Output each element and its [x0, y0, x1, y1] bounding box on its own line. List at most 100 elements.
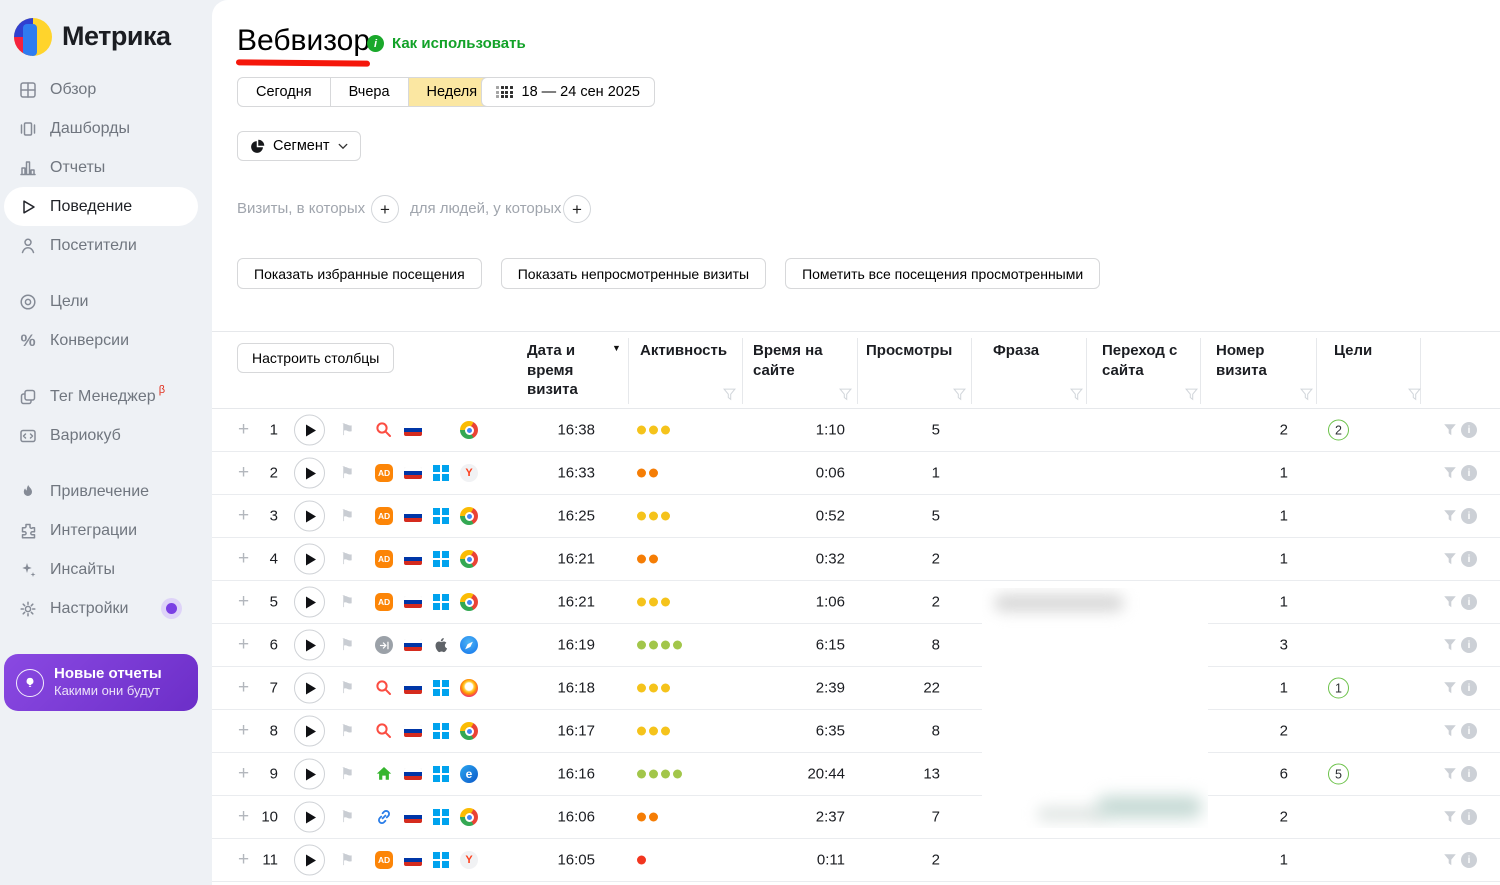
- play-button[interactable]: [294, 630, 325, 661]
- how-to-use-link[interactable]: Как использовать: [392, 35, 526, 52]
- bookmark-flag-icon[interactable]: ⚑: [340, 850, 354, 870]
- tab-сегодня[interactable]: Сегодня: [237, 77, 331, 107]
- row-filter-icon[interactable]: [1443, 638, 1457, 652]
- row-info-icon[interactable]: i: [1461, 637, 1477, 653]
- row-info-icon[interactable]: i: [1461, 594, 1477, 610]
- action-button-1[interactable]: Показать избранные посещения: [237, 258, 482, 289]
- bookmark-flag-icon[interactable]: ⚑: [340, 721, 354, 741]
- column-header-5[interactable]: Переход с сайта: [1102, 341, 1194, 380]
- sidebar-item-insights[interactable]: Инсайты: [0, 550, 212, 589]
- sidebar-item-reports[interactable]: Отчеты: [0, 148, 212, 187]
- bookmark-flag-icon[interactable]: ⚑: [340, 549, 354, 569]
- row-filter-icon[interactable]: [1443, 552, 1457, 566]
- add-visits-filter-button[interactable]: +: [371, 195, 399, 223]
- tab-вчера[interactable]: Вчера: [330, 77, 409, 107]
- sidebar-item-tag-manager[interactable]: Тег Менеджерβ: [0, 377, 212, 416]
- row-info-icon[interactable]: i: [1461, 680, 1477, 696]
- play-button[interactable]: [294, 759, 325, 790]
- row-filter-icon[interactable]: [1443, 810, 1457, 824]
- row-info-icon[interactable]: i: [1461, 766, 1477, 782]
- column-filter-icon[interactable]: [1408, 388, 1421, 401]
- bookmark-flag-icon[interactable]: ⚑: [340, 635, 354, 655]
- row-filter-icon[interactable]: [1443, 466, 1457, 480]
- play-button[interactable]: [294, 501, 325, 532]
- expand-plus-icon[interactable]: +: [238, 806, 249, 828]
- play-button[interactable]: [294, 587, 325, 618]
- row-filter-icon[interactable]: [1443, 423, 1457, 437]
- action-button-3[interactable]: Пометить все посещения просмотренными: [785, 258, 1100, 289]
- column-filter-icon[interactable]: [953, 388, 966, 401]
- row-filter-icon[interactable]: [1443, 724, 1457, 738]
- play-button[interactable]: [294, 458, 325, 489]
- row-filter-icon[interactable]: [1443, 595, 1457, 609]
- goal-badge[interactable]: 2: [1328, 420, 1349, 441]
- bookmark-flag-icon[interactable]: ⚑: [340, 506, 354, 526]
- row-info-icon[interactable]: i: [1461, 508, 1477, 524]
- sidebar-item-behavior[interactable]: Поведение: [4, 187, 198, 226]
- bookmark-flag-icon[interactable]: ⚑: [340, 764, 354, 784]
- column-filter-icon[interactable]: [1185, 388, 1198, 401]
- bookmark-flag-icon[interactable]: ⚑: [340, 592, 354, 612]
- column-header-3[interactable]: Просмотры: [866, 341, 961, 361]
- row-filter-icon[interactable]: [1443, 853, 1457, 867]
- expand-plus-icon[interactable]: +: [238, 763, 249, 785]
- action-button-2[interactable]: Показать непросмотренные визиты: [501, 258, 766, 289]
- play-button[interactable]: [294, 415, 325, 446]
- row-info-icon[interactable]: i: [1461, 551, 1477, 567]
- info-icon[interactable]: i: [367, 35, 384, 52]
- bookmark-flag-icon[interactable]: ⚑: [340, 463, 354, 483]
- sidebar-item-variocube[interactable]: Вариокуб: [0, 416, 212, 455]
- sidebar-item-settings[interactable]: Настройки: [0, 589, 212, 628]
- play-button[interactable]: [294, 845, 325, 876]
- column-filter-icon[interactable]: [1300, 388, 1313, 401]
- expand-plus-icon[interactable]: +: [238, 505, 249, 527]
- play-button[interactable]: [294, 544, 325, 575]
- row-info-icon[interactable]: i: [1461, 422, 1477, 438]
- row-info-icon[interactable]: i: [1461, 465, 1477, 481]
- column-filter-icon[interactable]: [723, 388, 736, 401]
- add-people-filter-button[interactable]: +: [563, 195, 591, 223]
- sidebar-item-conversions[interactable]: %Конверсии: [0, 321, 212, 360]
- bookmark-flag-icon[interactable]: ⚑: [340, 678, 354, 698]
- column-header-1[interactable]: Активность: [640, 341, 740, 361]
- play-button[interactable]: [294, 673, 325, 704]
- column-header-6[interactable]: Номер визита: [1216, 341, 1296, 380]
- row-info-icon[interactable]: i: [1461, 852, 1477, 868]
- play-button[interactable]: [294, 716, 325, 747]
- column-header-2[interactable]: Время на сайте: [753, 341, 837, 380]
- play-button[interactable]: [294, 802, 325, 833]
- expand-plus-icon[interactable]: +: [238, 419, 249, 441]
- configure-columns-button[interactable]: Настроить столбцы: [237, 343, 394, 373]
- segment-button[interactable]: Сегмент: [237, 131, 361, 161]
- expand-plus-icon[interactable]: +: [238, 462, 249, 484]
- expand-plus-icon[interactable]: +: [238, 849, 249, 871]
- expand-plus-icon[interactable]: +: [238, 720, 249, 742]
- sidebar-item-integrations[interactable]: Интеграции: [0, 511, 212, 550]
- row-filter-icon[interactable]: [1443, 509, 1457, 523]
- goal-badge[interactable]: 1: [1328, 678, 1349, 699]
- row-info-icon[interactable]: i: [1461, 723, 1477, 739]
- expand-plus-icon[interactable]: +: [238, 677, 249, 699]
- column-filter-icon[interactable]: [839, 388, 852, 401]
- sidebar-item-dashboards[interactable]: Дашборды: [0, 109, 212, 148]
- metrika-logo[interactable]: Метрика: [0, 0, 212, 60]
- bookmark-flag-icon[interactable]: ⚑: [340, 420, 354, 440]
- column-header-0[interactable]: Дата и время визита: [527, 341, 607, 400]
- goal-badge[interactable]: 5: [1328, 764, 1349, 785]
- expand-plus-icon[interactable]: +: [238, 634, 249, 656]
- sort-desc-icon[interactable]: ▼: [612, 343, 621, 353]
- row-filter-icon[interactable]: [1443, 681, 1457, 695]
- promo-banner[interactable]: Новые отчеты Какими они будут: [4, 654, 198, 711]
- sidebar-item-attraction[interactable]: Привлечение: [0, 472, 212, 511]
- sidebar-item-overview[interactable]: Обзор: [0, 70, 212, 109]
- column-filter-icon[interactable]: [1070, 388, 1083, 401]
- row-info-icon[interactable]: i: [1461, 809, 1477, 825]
- sidebar-item-goals[interactable]: Цели: [0, 282, 212, 321]
- expand-plus-icon[interactable]: +: [238, 591, 249, 613]
- date-range-button[interactable]: 18 — 24 сен 2025: [481, 77, 655, 107]
- column-header-7[interactable]: Цели: [1334, 341, 1394, 361]
- expand-plus-icon[interactable]: +: [238, 548, 249, 570]
- bookmark-flag-icon[interactable]: ⚑: [340, 807, 354, 827]
- sidebar-item-visitors[interactable]: Посетители: [0, 226, 212, 265]
- row-filter-icon[interactable]: [1443, 767, 1457, 781]
